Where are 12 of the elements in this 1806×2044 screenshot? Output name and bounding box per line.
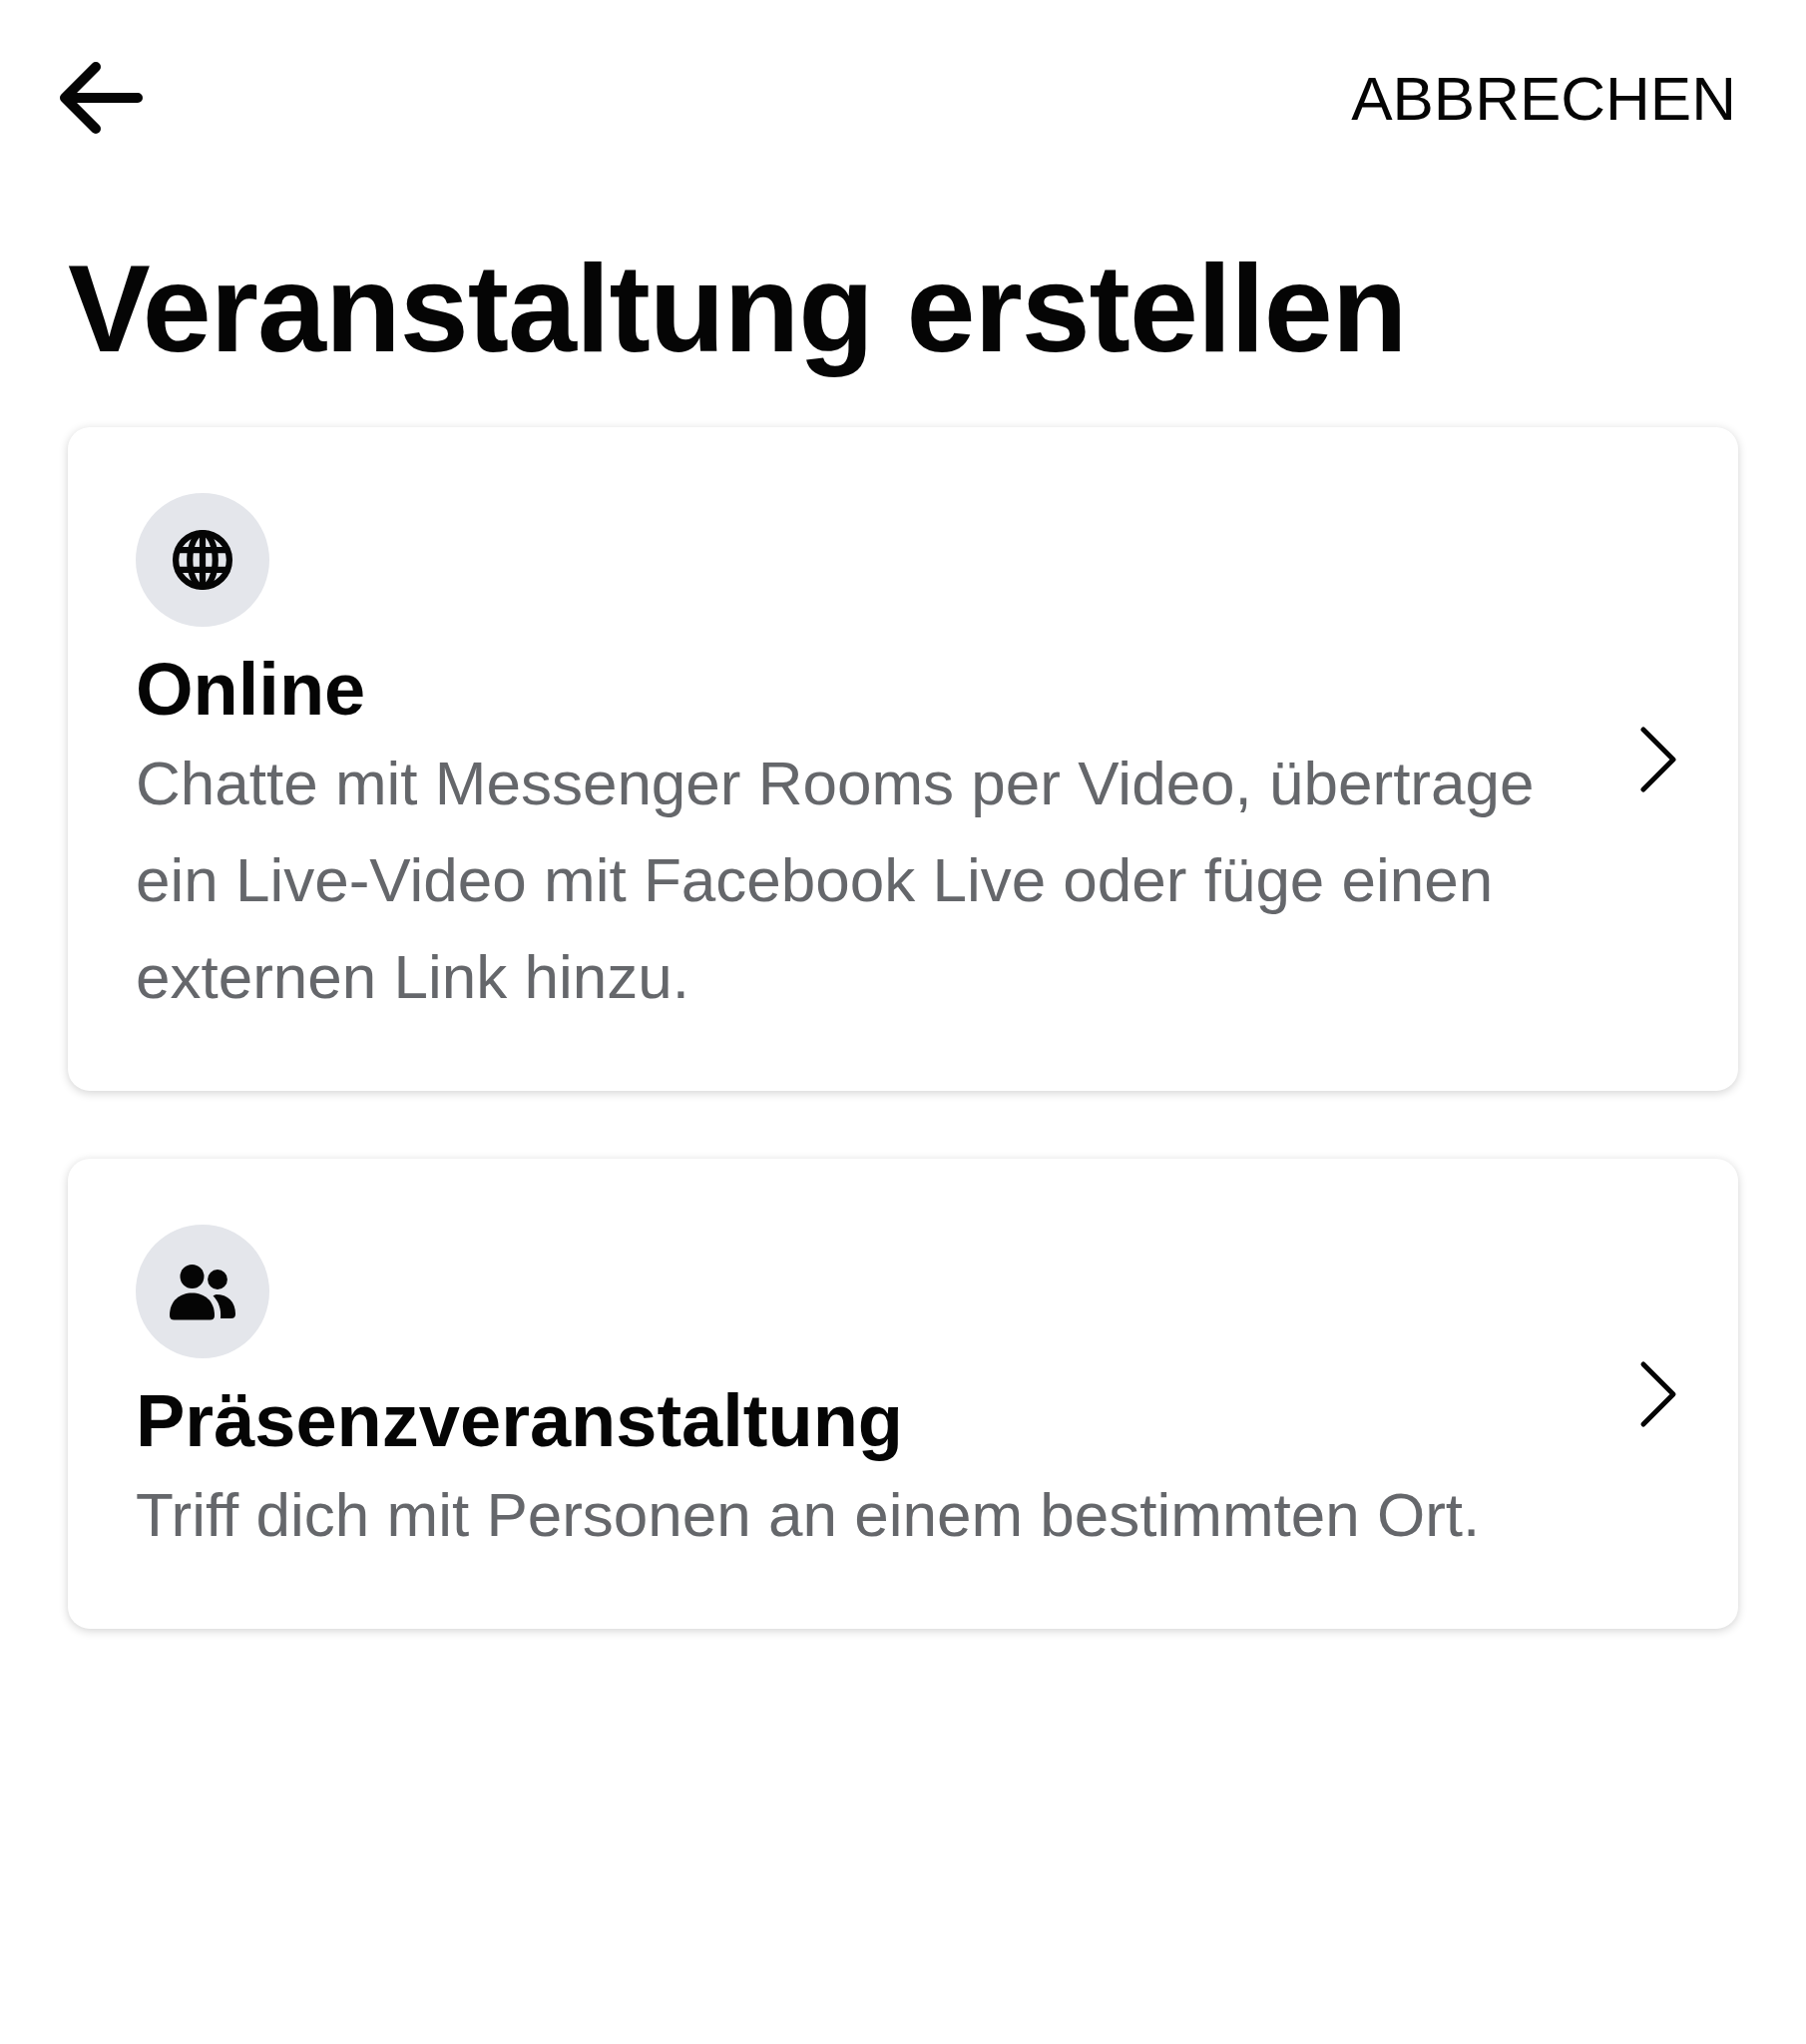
back-arrow-icon — [58, 61, 144, 135]
option-card[interactable]: Präsenzveranstaltung Triff dich mit Personen an einem bestimmten Ort. — [68, 1159, 1738, 1629]
chevron-right-icon — [1638, 724, 1678, 794]
chevron-right-icon — [1638, 1358, 1678, 1429]
option-description: Triff dich mit Personen an einem bestimmten Ort. — [136, 1479, 1482, 1551]
page-title: Veranstaltung erstellen — [68, 239, 1408, 379]
people-icon — [167, 1262, 238, 1321]
cancel-button[interactable]: ABBRECHEN — [1351, 62, 1736, 134]
option-title: Online — [136, 647, 367, 733]
option-title: Präsenzveranstaltung — [136, 1378, 905, 1464]
option-description: Chatte mit Messenger Rooms per Video, übertrage ein Live-Video mit Facebook Live oder füge einen externen Link hinzu. — [136, 748, 1536, 1013]
option-card[interactable]: Online Chatte mit Messenger Rooms per Video, übertrage ein Live-Video mit Facebook Live oder füge einen externen Link hinzu. — [68, 427, 1738, 1091]
